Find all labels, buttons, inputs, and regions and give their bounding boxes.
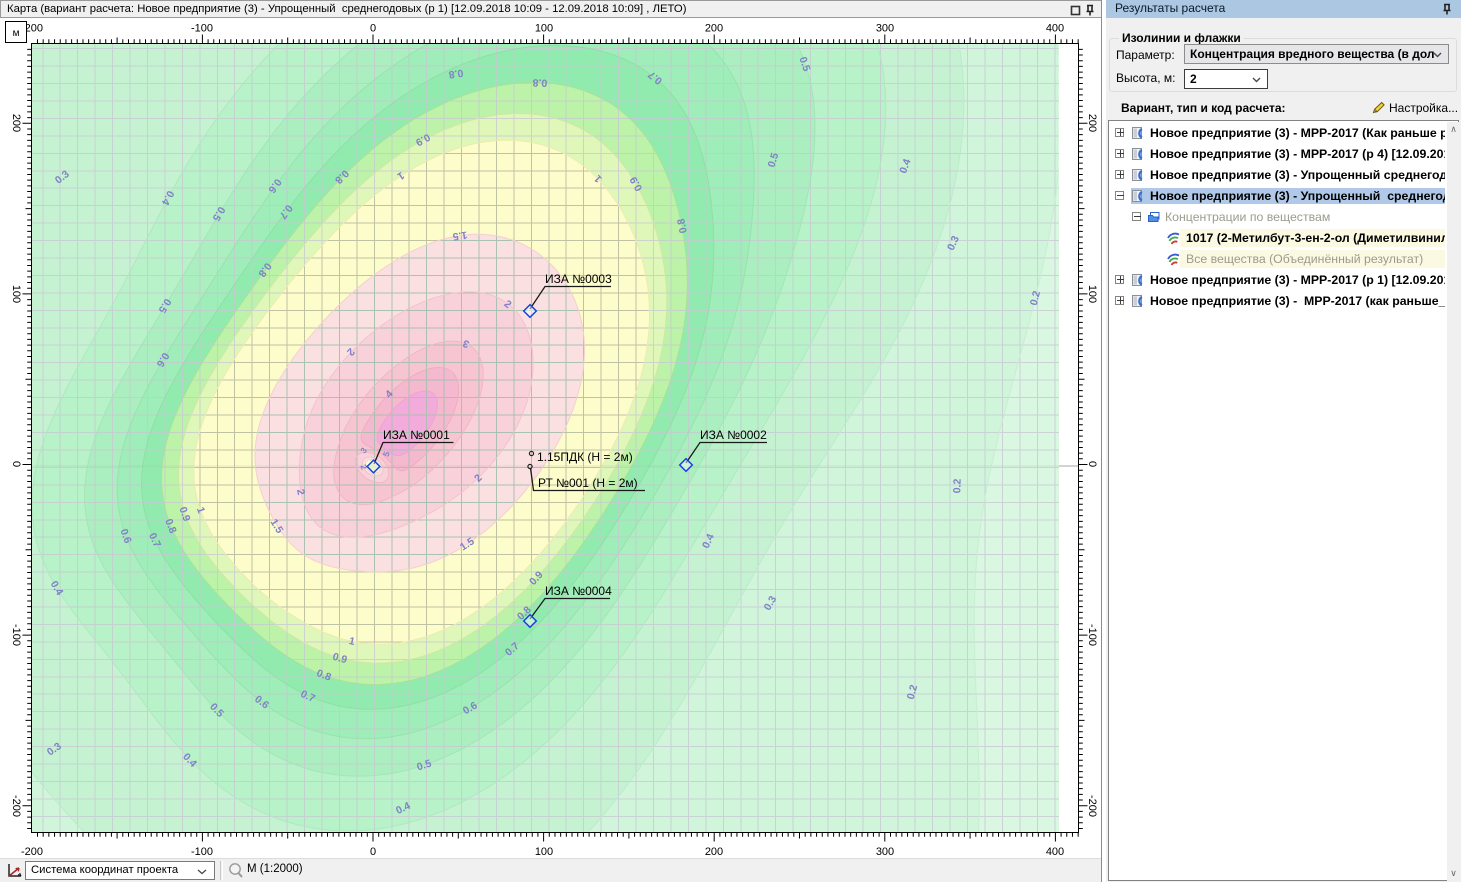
svg-text:200: 200 bbox=[10, 114, 22, 132]
svg-text:-200: -200 bbox=[1086, 795, 1098, 817]
svg-text:300: 300 bbox=[876, 846, 894, 858]
svg-text:100: 100 bbox=[535, 23, 553, 35]
svg-text:-200: -200 bbox=[21, 846, 43, 858]
svg-text:ИЗА №0001: ИЗА №0001 bbox=[383, 428, 450, 442]
svg-text:400: 400 bbox=[1046, 846, 1064, 858]
svg-text:300: 300 bbox=[876, 23, 894, 35]
svg-text:-100: -100 bbox=[191, 23, 213, 35]
svg-text:100: 100 bbox=[535, 846, 553, 858]
svg-text:-200: -200 bbox=[10, 795, 22, 817]
svg-text:0: 0 bbox=[370, 23, 376, 35]
svg-text:200: 200 bbox=[705, 846, 723, 858]
svg-text:-100: -100 bbox=[1086, 624, 1098, 646]
svg-text:0.2: 0.2 bbox=[951, 478, 964, 493]
svg-text:ИЗА №0004: ИЗА №0004 bbox=[545, 584, 612, 598]
svg-text:1.15ПДК (Н = 2м): 1.15ПДК (Н = 2м) bbox=[537, 450, 633, 464]
svg-text:400: 400 bbox=[1046, 23, 1064, 35]
svg-text:ИЗА №0003: ИЗА №0003 bbox=[545, 272, 612, 286]
svg-text:100: 100 bbox=[10, 285, 22, 303]
svg-text:200: 200 bbox=[705, 23, 723, 35]
svg-text:-100: -100 bbox=[191, 846, 213, 858]
svg-text:200: 200 bbox=[1086, 114, 1098, 132]
svg-text:0.8: 0.8 bbox=[532, 76, 547, 89]
svg-text:1.5: 1.5 bbox=[452, 229, 468, 243]
svg-text:0.8: 0.8 bbox=[448, 67, 464, 81]
svg-text:-100: -100 bbox=[10, 624, 22, 646]
svg-text:м: м bbox=[13, 28, 20, 39]
svg-text:100: 100 bbox=[1086, 285, 1098, 303]
svg-text:0: 0 bbox=[370, 846, 376, 858]
svg-text:РТ №001 (Н = 2м): РТ №001 (Н = 2м) bbox=[538, 476, 638, 490]
svg-text:0: 0 bbox=[1086, 461, 1098, 467]
svg-text:0: 0 bbox=[10, 461, 22, 467]
svg-text:ИЗА №0002: ИЗА №0002 bbox=[700, 428, 767, 442]
